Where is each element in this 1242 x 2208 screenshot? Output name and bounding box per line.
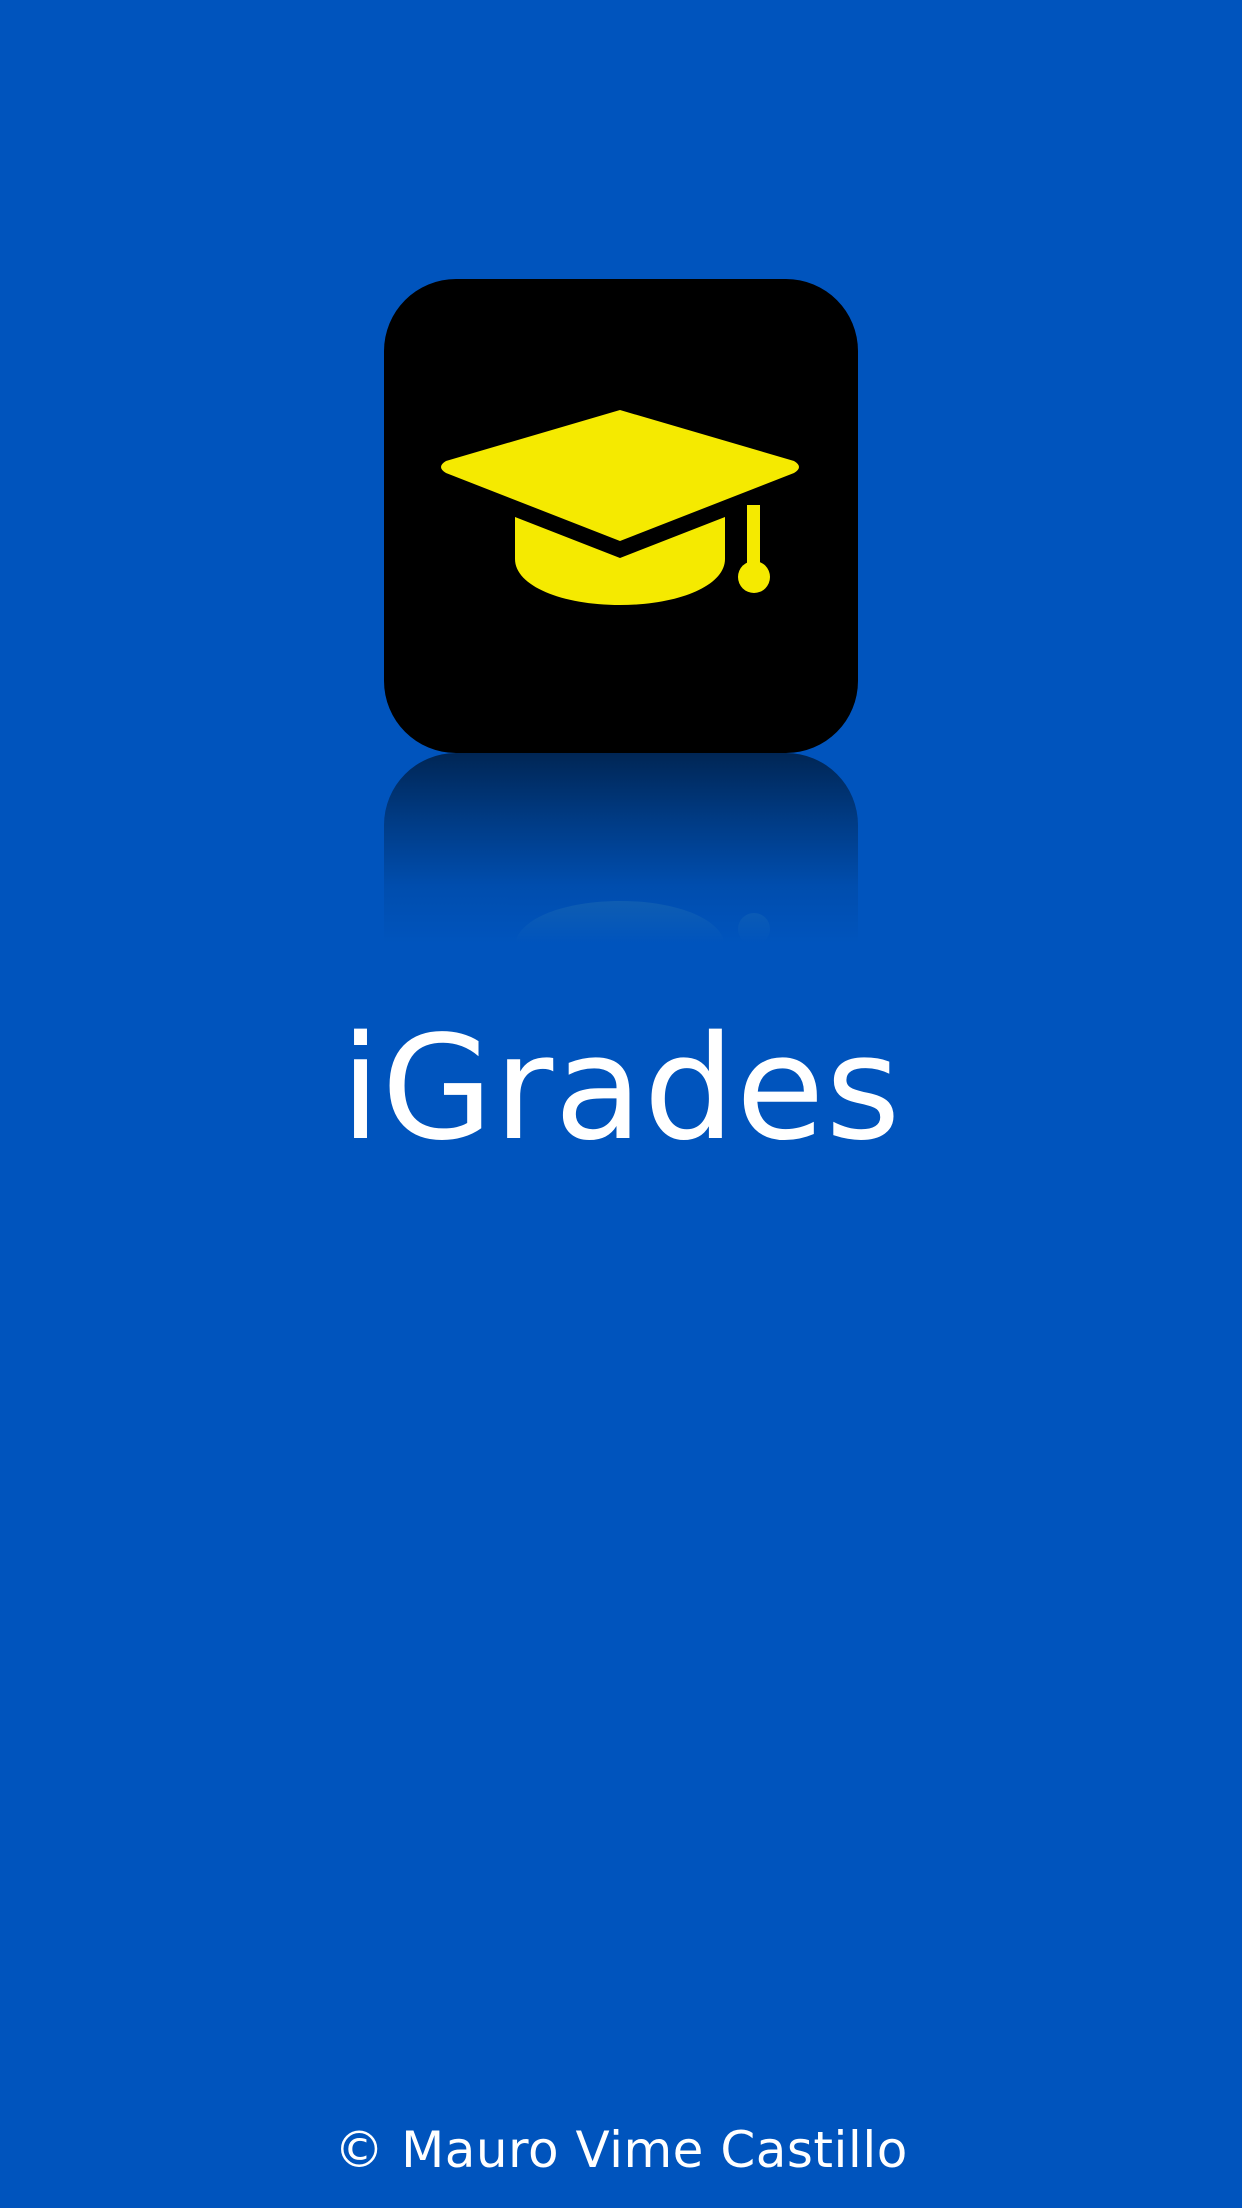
cap-tassel-cord — [747, 505, 760, 567]
cap-board — [441, 410, 799, 541]
copyright-text: © Mauro Vime Castillo — [334, 2121, 908, 2179]
logo-reflection — [384, 753, 858, 943]
app-title: iGrades — [340, 1004, 902, 1172]
splash-screen: iGrades © Mauro Vime Castillo — [0, 0, 1242, 2208]
app-logo — [384, 279, 858, 753]
graduation-cap-icon — [441, 410, 799, 605]
app-icon-tile — [384, 279, 858, 753]
cap-tassel — [738, 561, 770, 593]
